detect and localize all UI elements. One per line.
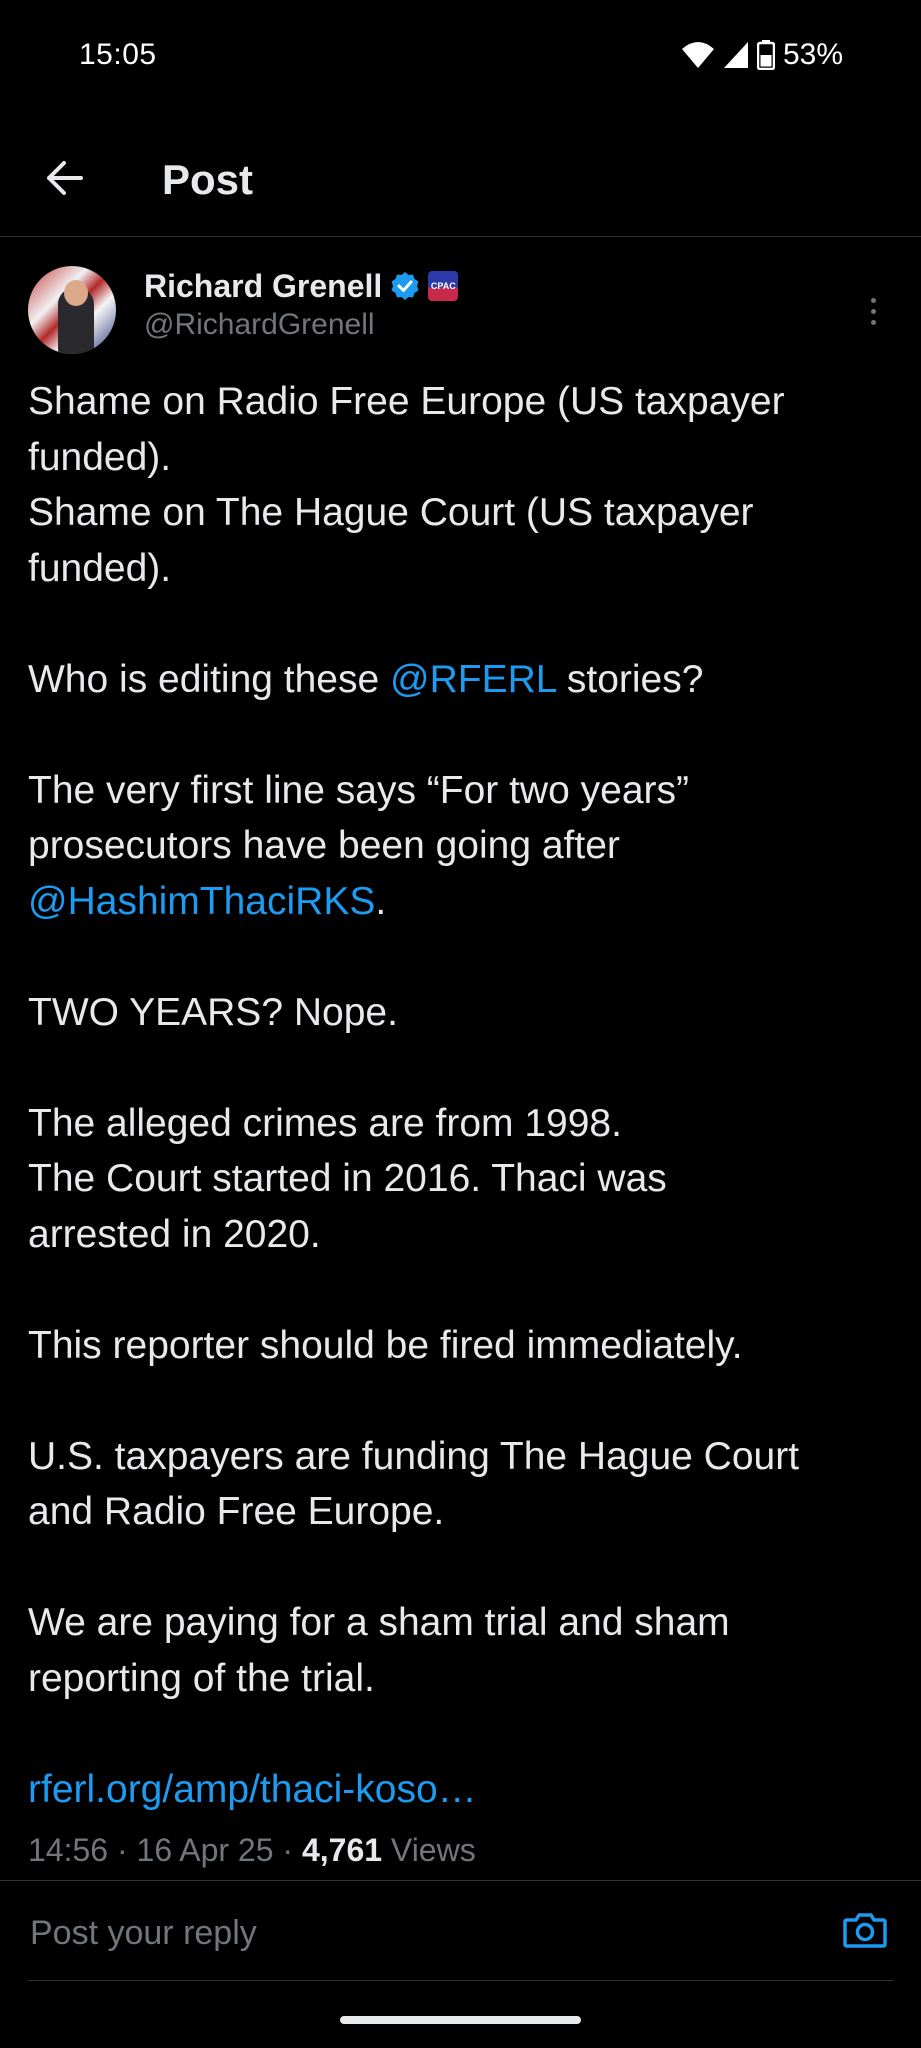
post-header: Post (0, 126, 921, 236)
meta-separator: · (108, 1832, 137, 1868)
post-paragraph: The very first line says “For two years”… (28, 768, 689, 923)
header-divider (0, 236, 921, 237)
external-link[interactable]: rferl.org/amp/thaci-koso… (28, 1768, 477, 1811)
affiliate-badge[interactable]: CPAC (428, 271, 459, 301)
reply-input[interactable] (28, 1904, 812, 1962)
arrow-left-icon (47, 161, 83, 195)
battery-percent: 53% (782, 38, 843, 71)
post-author: Richard Grenell CPAC @RichardGrenell (28, 266, 893, 358)
views-count[interactable]: 4,761 (302, 1832, 382, 1868)
post-paragraph: TWO YEARS? Nope. (28, 990, 398, 1034)
home-indicator[interactable] (340, 2016, 581, 2024)
verified-badge-icon (390, 271, 420, 301)
post-paragraph: Shame on Radio Free Europe (US taxpayer … (28, 380, 785, 590)
camera-button[interactable] (841, 1906, 889, 1954)
post-meta: 14:56 · 16 Apr 25 · 4,761 Views (28, 1832, 476, 1869)
avatar[interactable] (28, 266, 116, 354)
status-icons: 53% (681, 38, 843, 72)
views-label: Views (382, 1832, 476, 1868)
post-text: Shame on Radio Free Europe (US taxpayer … (28, 374, 898, 1817)
author-name-row: Richard Grenell CPAC (144, 266, 459, 306)
reply-bar (0, 1882, 921, 1982)
back-button[interactable] (36, 150, 92, 206)
meta-divider (0, 1880, 921, 1881)
author-handle[interactable]: @RichardGrenell (144, 308, 375, 342)
mention-link[interactable]: @RFERL (390, 658, 556, 701)
avatar-head (64, 280, 88, 306)
cellular-signal-icon (723, 41, 749, 69)
more-options-button[interactable] (853, 286, 893, 336)
meta-separator: · (273, 1832, 302, 1868)
post-time: 14:56 (28, 1832, 109, 1868)
wifi-icon (681, 41, 715, 69)
post-paragraph: U.S. taxpayers are funding The Hague Cou… (28, 1434, 800, 1534)
author-name[interactable]: Richard Grenell (144, 268, 382, 305)
mention-link[interactable]: @HashimThaciRKS (28, 880, 375, 923)
more-dot-icon (870, 308, 876, 314)
reply-underline (28, 1980, 893, 1981)
more-dot-icon (870, 319, 876, 325)
post-paragraph: The alleged crimes are from 1998. The Co… (28, 1101, 667, 1256)
status-bar: 15:05 53% (0, 0, 921, 110)
more-dot-icon (870, 297, 876, 303)
post-paragraph: Who is editing these @RFERL stories? (28, 657, 704, 701)
page-title: Post (162, 156, 254, 203)
post-link-paragraph: rferl.org/amp/thaci-koso… (28, 1762, 898, 1818)
affiliate-badge-text: CPAC (430, 281, 456, 291)
post-date: 16 Apr 25 (136, 1832, 274, 1868)
camera-icon (843, 1913, 887, 1948)
battery-icon (756, 40, 775, 70)
post-paragraph: We are paying for a sham trial and sham … (28, 1601, 730, 1700)
post-paragraph: This reporter should be fired immediatel… (28, 1323, 743, 1367)
status-time: 15:05 (79, 38, 157, 71)
